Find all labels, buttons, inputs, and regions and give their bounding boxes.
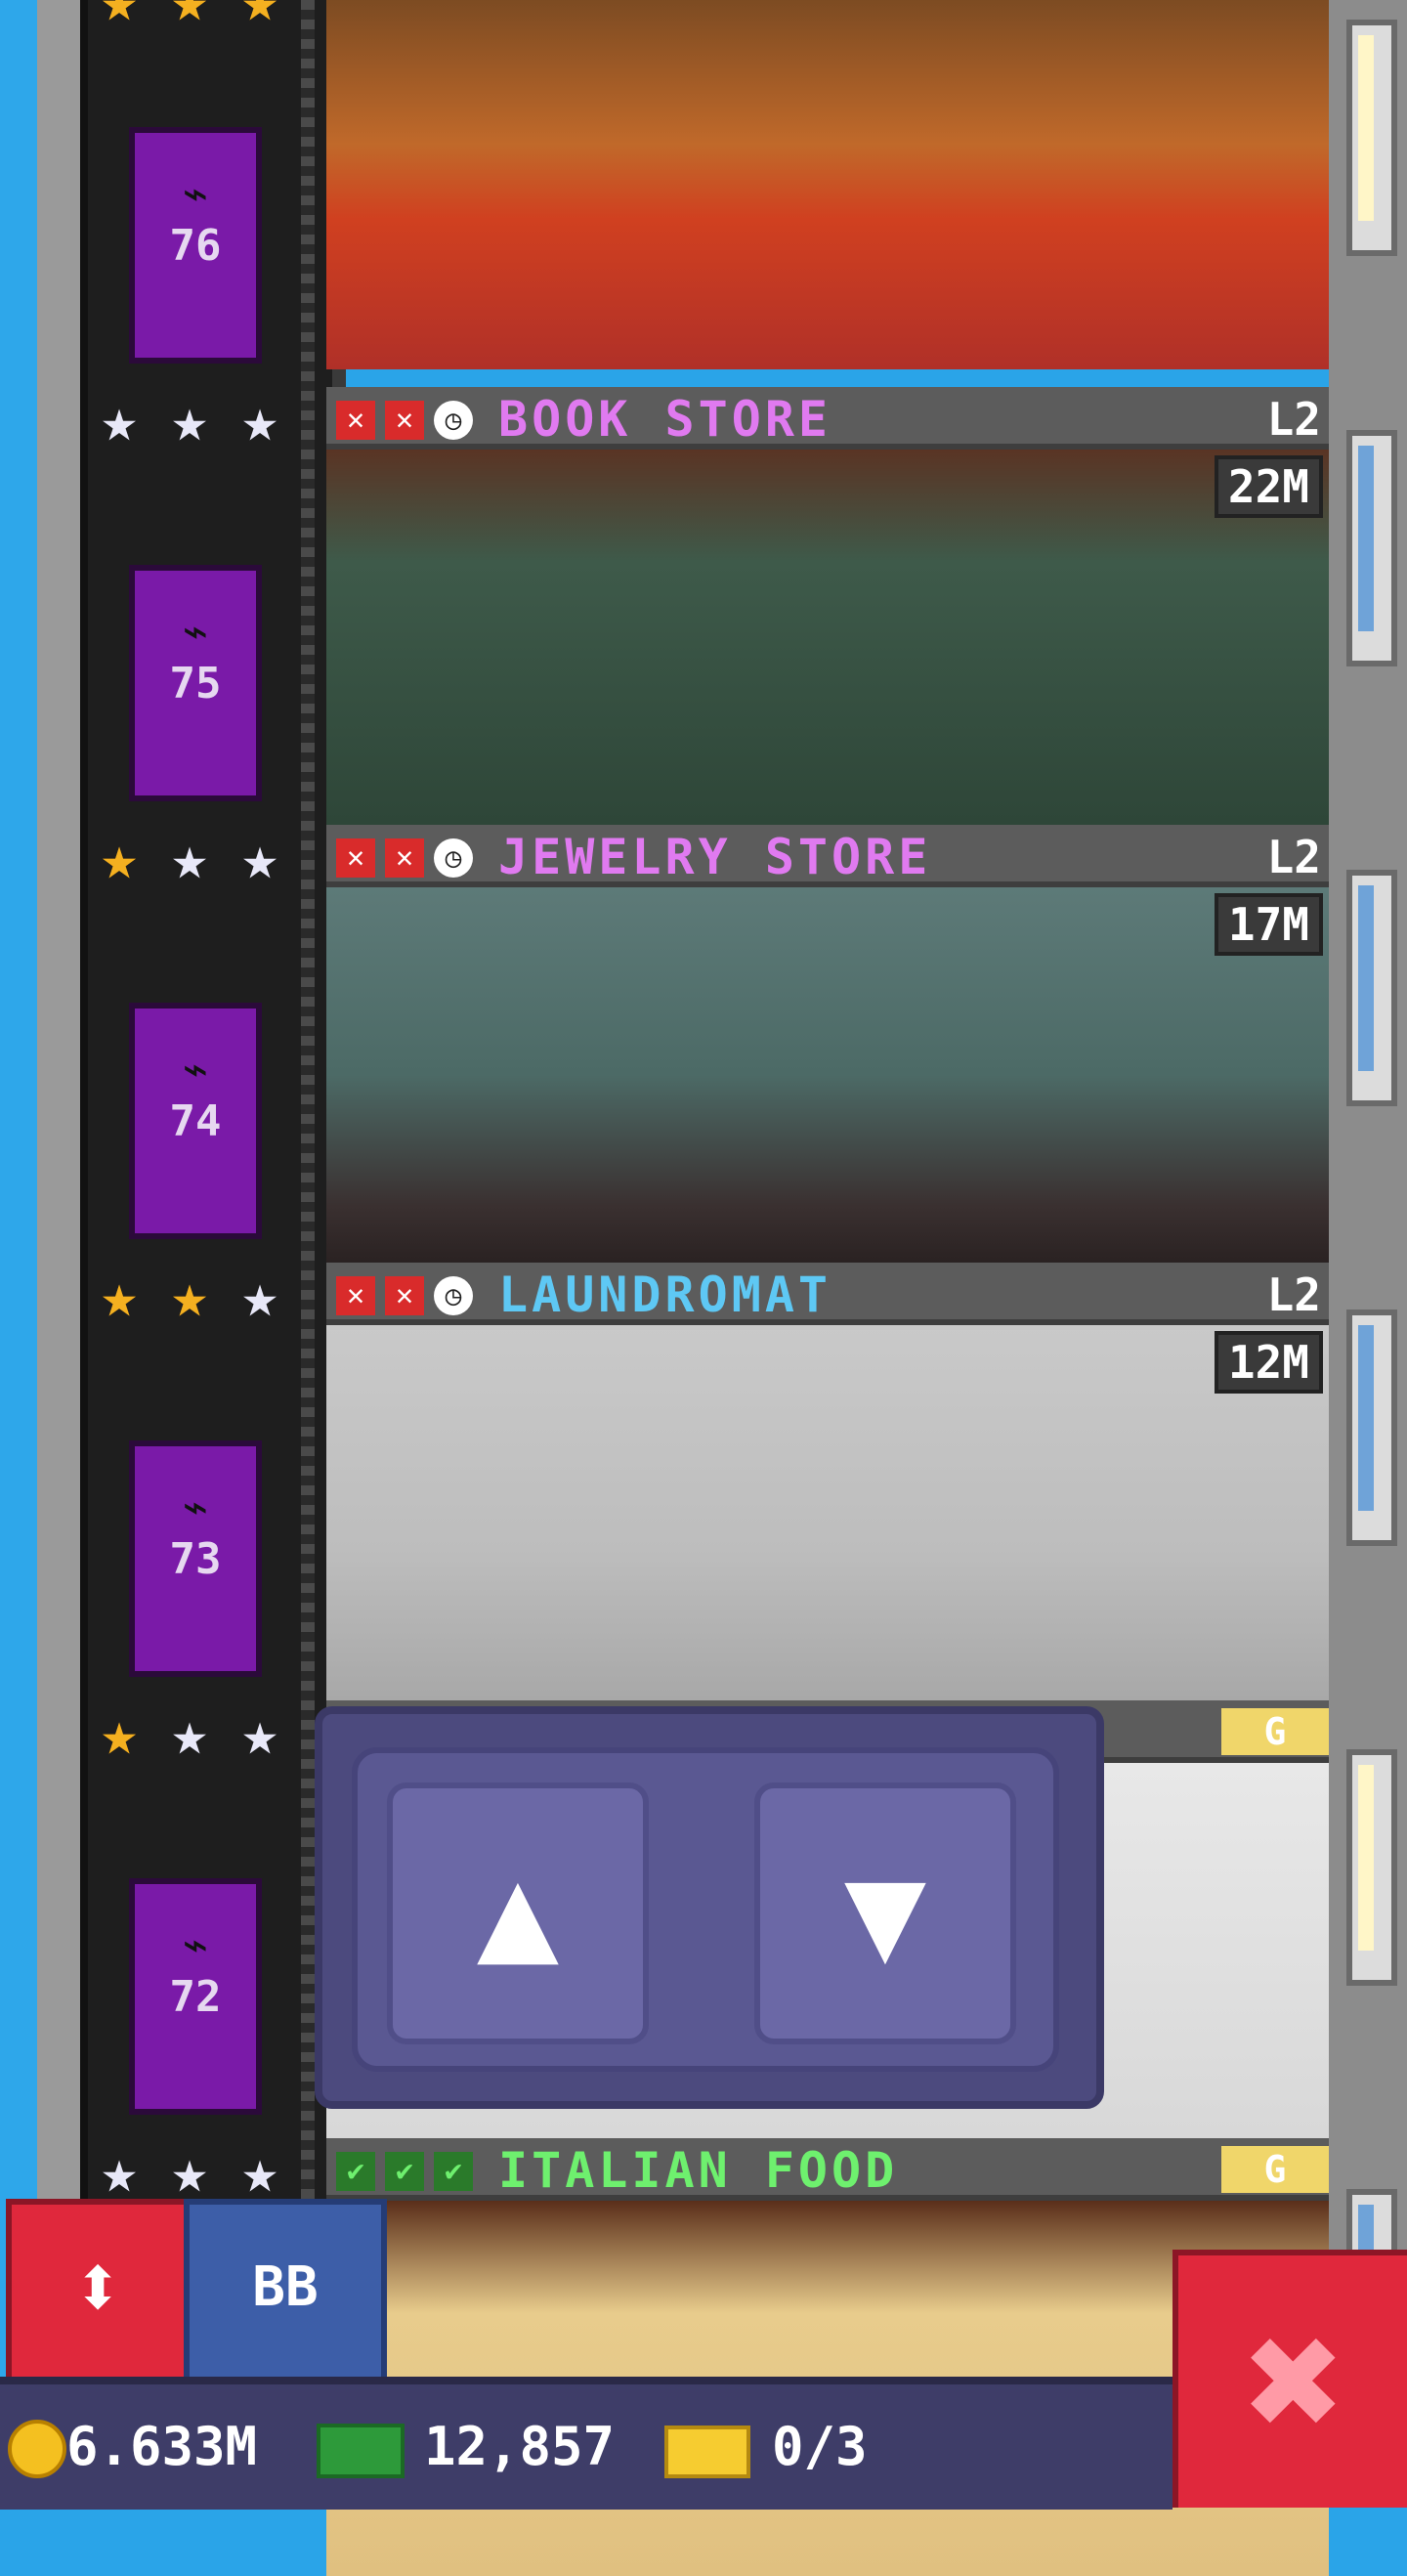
status-x-icon: ✕ <box>336 838 375 878</box>
floor-stars: ★ ★ ★ <box>90 384 305 455</box>
window <box>1346 870 1397 1106</box>
floor-header: ✕ ✕ ◷ BOOK STORE L2 <box>326 387 1329 450</box>
bb-button[interactable]: BB <box>184 2199 387 2386</box>
elevator-mode-button[interactable]: ⬍ <box>6 2199 190 2386</box>
elevator-car[interactable]: ⌁ 75 <box>129 565 262 801</box>
floor-level: L2 <box>1266 831 1321 883</box>
star-icon: ★ <box>171 2135 208 2207</box>
floor-name: LAUNDROMAT <box>498 1267 832 1323</box>
star-icon: ★ <box>171 1697 208 1769</box>
star-icon: ★ <box>101 1260 138 1331</box>
elevator-control-inner: ▲ ▼ <box>352 1747 1059 2072</box>
tower-right-wall <box>1329 0 1407 2502</box>
clock-icon: ◷ <box>434 1276 473 1315</box>
bux-icon <box>317 2424 405 2478</box>
star-icon: ★ <box>101 822 138 893</box>
status-x-icon: ✕ <box>336 401 375 440</box>
tower-outer-wall <box>37 0 86 2502</box>
floor-75[interactable]: ✕ ✕ ◷ BOOK STORE L2 22M <box>326 387 1329 825</box>
floor-level: L2 <box>1266 1268 1321 1321</box>
status-x-icon: ✕ <box>385 838 424 878</box>
coins-value: 6.633M <box>66 2416 258 2477</box>
floor-name: BOOK STORE <box>498 391 832 448</box>
floor-level: L2 <box>1266 393 1321 446</box>
bat-icon: ⌁ <box>182 1482 209 1532</box>
star-icon: ★ <box>231 0 289 30</box>
star-icon: ★ <box>241 2135 278 2207</box>
floor-number: 73 <box>169 1534 222 1584</box>
window <box>1346 20 1397 256</box>
floor-name: ITALIAN FOOD <box>498 2142 899 2199</box>
restock-timer: 12M <box>1214 1331 1323 1394</box>
window <box>1346 1749 1397 1986</box>
bat-icon: ⌁ <box>182 1920 209 1970</box>
elevator-car[interactable]: ⌁ 72 <box>129 1878 262 2115</box>
floor-interior <box>326 887 1329 1263</box>
bat-icon: ⌁ <box>182 1045 209 1095</box>
floor-stars: ★ ★ ★ <box>90 1260 305 1331</box>
floor-interior <box>326 1325 1329 1700</box>
sky-background <box>0 0 37 2502</box>
status-x-icon: ✕ <box>385 1276 424 1315</box>
close-button[interactable]: ✖ <box>1172 2250 1407 2508</box>
floor-interior <box>326 450 1329 825</box>
floor-stars: ★ ★ ★ <box>90 822 305 893</box>
bux-value: 12,857 <box>424 2416 616 2477</box>
star-icon: ★ <box>241 1697 278 1769</box>
floor-number: 76 <box>169 221 222 271</box>
status-x-icon: ✕ <box>336 1276 375 1315</box>
elevator-car[interactable]: ⌁ 73 <box>129 1440 262 1677</box>
elevator-down-button[interactable]: ▼ <box>754 1782 1016 2044</box>
star-icon: ★ <box>171 384 208 455</box>
tickets-value: 0/3 <box>772 2416 868 2477</box>
elevator-rail <box>301 0 315 2502</box>
currency-bar: 6.633M 12,857 0/3 <box>0 2377 1172 2510</box>
bat-icon: ⌁ <box>182 169 209 219</box>
coin-icon <box>8 2420 66 2478</box>
floor-header: ✕ ✕ ◷ LAUNDROMAT L2 <box>326 1263 1329 1325</box>
floor-header: ✔ ✔ ✔ ITALIAN FOOD G <box>326 2138 1329 2201</box>
elevator-car[interactable]: ⌁ 76 <box>129 127 262 364</box>
clock-icon: ◷ <box>434 401 473 440</box>
restock-timer: 17M <box>1214 893 1323 956</box>
star-icon: ★ <box>241 384 278 455</box>
star-icon: ★ <box>241 822 278 893</box>
floor-73[interactable]: ✕ ✕ ◷ LAUNDROMAT L2 12M <box>326 1263 1329 1700</box>
golden-ticket-icon <box>664 2426 750 2478</box>
elevator-control-panel: ▲ ▼ <box>315 1706 1104 2109</box>
floor-number: 72 <box>169 1972 222 2022</box>
floor-header: ✕ ✕ ◷ JEWELRY STORE L2 <box>326 825 1329 887</box>
floor-interior <box>326 0 1329 369</box>
star-icon: ★ <box>101 384 138 455</box>
floor-stars: ★ ★ ★ <box>90 2135 305 2207</box>
star-icon: ★ <box>171 1260 208 1331</box>
star-icon: ★ <box>90 0 149 30</box>
star-icon: ★ <box>101 2135 138 2207</box>
star-icon: ★ <box>241 1260 278 1331</box>
floor-number: 74 <box>169 1096 222 1146</box>
floor-stars: ★ ★ ★ <box>90 1697 305 1769</box>
clock-icon: ◷ <box>434 838 473 878</box>
elevator-up-button[interactable]: ▲ <box>387 1782 649 2044</box>
gold-badge: G <box>1221 1708 1329 1755</box>
window <box>1346 1309 1397 1546</box>
elevator-car[interactable]: ⌁ 74 <box>129 1003 262 1239</box>
star-icon: ★ <box>171 822 208 893</box>
gold-badge: G <box>1221 2146 1329 2193</box>
floor-76[interactable] <box>326 0 1329 369</box>
check-icon: ✔ <box>385 2152 424 2191</box>
star-icon: ★ <box>101 1697 138 1769</box>
floor-number: 75 <box>169 659 222 708</box>
check-icon: ✔ <box>434 2152 473 2191</box>
floor-74[interactable]: ✕ ✕ ◷ JEWELRY STORE L2 17M <box>326 825 1329 1263</box>
window <box>1346 430 1397 666</box>
restock-timer: 22M <box>1214 455 1323 518</box>
floor-stars: ★ ★ ★ <box>90 0 305 30</box>
star-icon: ★ <box>160 0 219 30</box>
status-x-icon: ✕ <box>385 401 424 440</box>
bat-icon: ⌁ <box>182 607 209 657</box>
check-icon: ✔ <box>336 2152 375 2191</box>
floor-name: JEWELRY STORE <box>498 829 932 885</box>
